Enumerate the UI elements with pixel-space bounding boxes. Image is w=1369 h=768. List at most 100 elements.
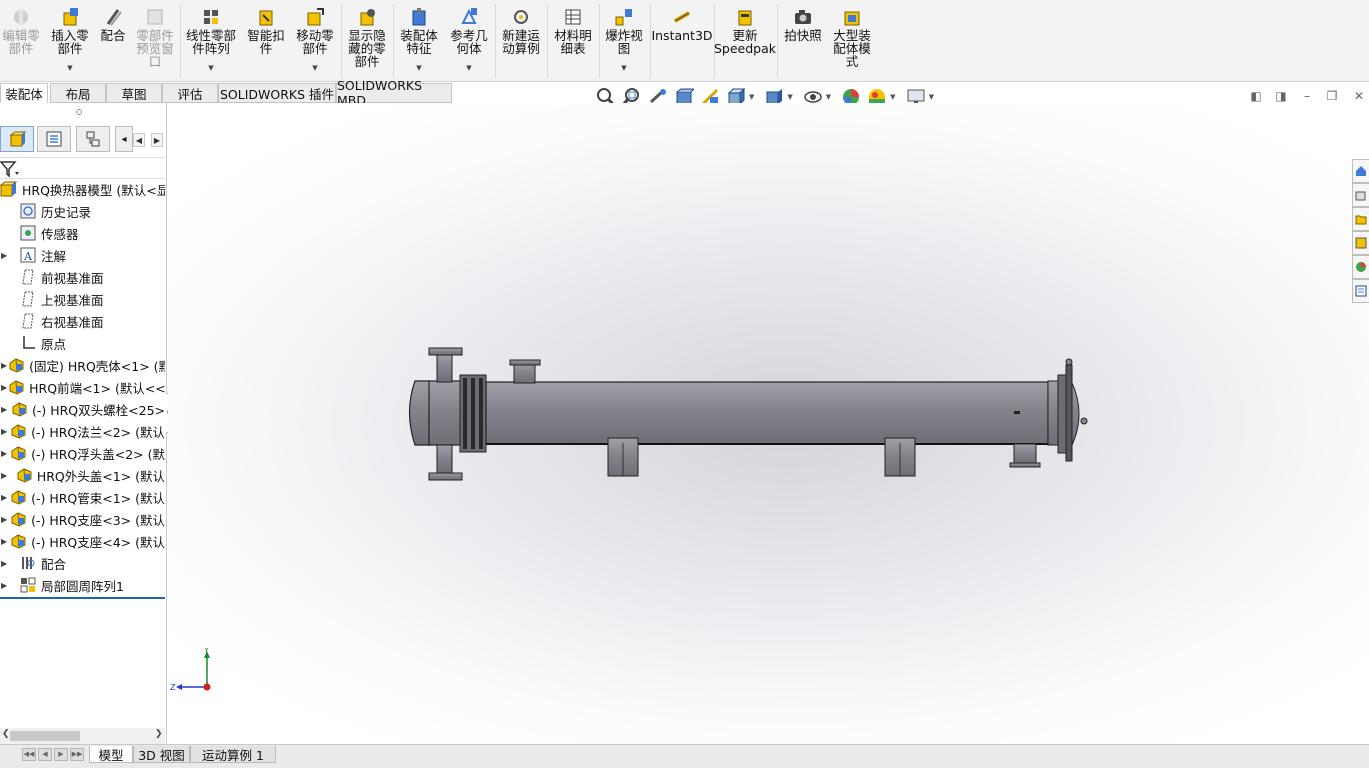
restore-icon[interactable]: ❐ bbox=[1325, 89, 1339, 103]
expand-arrow-icon[interactable]: ▶ bbox=[1, 581, 11, 590]
mate-button[interactable]: 配合 bbox=[96, 0, 130, 80]
tab-evaluate[interactable]: 评估 bbox=[162, 83, 218, 103]
tree-item[interactable]: ▶ (-) HRQ法兰<2> (默认 bbox=[0, 420, 165, 442]
tree-item[interactable]: 上视基准面 bbox=[0, 288, 165, 310]
last-tab-icon[interactable]: ▶▶ bbox=[70, 748, 84, 761]
large-assembly-mode-button[interactable]: 大型装 配体模 式 bbox=[829, 0, 875, 80]
edit-component-button[interactable]: 编辑零 部件 bbox=[0, 0, 42, 80]
chevron-down-icon[interactable]: ▼ bbox=[67, 64, 72, 72]
heat-exchanger-model[interactable] bbox=[168, 103, 1369, 744]
tile-left-icon[interactable]: ◧ bbox=[1249, 89, 1263, 103]
tab-feature-manager[interactable] bbox=[0, 126, 34, 152]
tree-item[interactable]: ▶ (-) HRQ浮头盖<2> (默 bbox=[0, 442, 165, 464]
tree-item[interactable]: 原点 bbox=[0, 332, 165, 354]
chevron-down-icon[interactable]: ▼ bbox=[466, 64, 471, 72]
chevron-left-icon[interactable]: ◀ bbox=[133, 133, 145, 147]
expand-arrow-icon[interactable]: ▶ bbox=[1, 471, 9, 480]
view-palette-icon[interactable] bbox=[1352, 231, 1369, 255]
smart-fastener-button[interactable]: 智能扣 件 bbox=[244, 0, 288, 80]
expand-arrow-icon[interactable]: ▶ bbox=[1, 493, 7, 502]
exploded-view-button[interactable]: 爆炸视 图 ▼ bbox=[601, 0, 647, 80]
chevron-right-icon[interactable]: ▶ bbox=[151, 133, 163, 147]
tab-configuration-manager[interactable] bbox=[76, 126, 110, 152]
chevron-down-icon[interactable]: ▼ bbox=[826, 93, 831, 101]
expand-arrow-icon[interactable]: ▶ bbox=[1, 515, 7, 524]
expand-arrow-icon[interactable]: ▶ bbox=[1, 251, 11, 260]
pane-grip-handle[interactable] bbox=[76, 109, 82, 115]
tab-assembly[interactable]: 装配体 bbox=[0, 83, 48, 103]
solidworks-resources-icon[interactable] bbox=[1352, 159, 1369, 183]
expand-arrow-icon[interactable]: ▶ bbox=[1, 405, 7, 414]
chevron-down-icon[interactable]: ▼ bbox=[787, 93, 792, 101]
tab-layout[interactable]: 布局 bbox=[50, 83, 106, 103]
chevron-down-icon[interactable]: ▼ bbox=[208, 64, 213, 72]
appearances-icon[interactable] bbox=[1352, 255, 1369, 279]
tree-item-label: 注解 bbox=[41, 248, 67, 264]
tree-item[interactable]: 前视基准面 bbox=[0, 266, 165, 288]
assembly-features-button[interactable]: 装配体 特征 ▼ bbox=[396, 0, 442, 80]
tree-item[interactable]: 历史记录 bbox=[0, 200, 165, 222]
tree-item[interactable]: 传感器 bbox=[0, 222, 165, 244]
tab-model[interactable]: 模型 bbox=[89, 746, 133, 763]
snapshot-button[interactable]: 拍快照 bbox=[780, 0, 826, 80]
tree-item[interactable]: ▶ HRQ前端<1> (默认<< bbox=[0, 376, 165, 398]
tree-item[interactable]: ▶ (-) HRQ双头螺栓<25> bbox=[0, 398, 165, 420]
design-library-icon[interactable] bbox=[1352, 183, 1369, 207]
prev-tab-icon[interactable]: ◀ bbox=[38, 748, 52, 761]
expand-arrow-icon[interactable]: ▶ bbox=[1, 449, 7, 458]
expand-arrow-icon[interactable]: ▶ bbox=[1, 559, 11, 568]
tree-item[interactable]: ▶ (-) HRQ支座<4> (默认 bbox=[0, 530, 165, 552]
tab-sketch[interactable]: 草图 bbox=[106, 83, 162, 103]
tree-item-label: 传感器 bbox=[41, 226, 79, 242]
file-explorer-icon[interactable] bbox=[1352, 207, 1369, 231]
component-preview-button[interactable]: 零部件 预览窗 口 bbox=[134, 0, 176, 80]
first-tab-icon[interactable]: ◀◀ bbox=[22, 748, 36, 761]
graphics-area[interactable]: Y Z bbox=[168, 103, 1369, 744]
chevron-down-icon[interactable]: ▼ bbox=[749, 93, 754, 101]
close-icon[interactable]: ✕ bbox=[1352, 89, 1366, 103]
rollback-bar[interactable] bbox=[0, 597, 165, 599]
tab-solidworks-mbd[interactable]: SOLIDWORKS MBD bbox=[336, 78, 452, 108]
chevron-down-icon[interactable]: ▼ bbox=[312, 64, 317, 72]
expand-arrow-icon[interactable]: ▶ bbox=[1, 427, 7, 436]
linear-pattern-button[interactable]: 线性零部 件阵列 ▼ bbox=[184, 0, 238, 80]
next-tab-icon[interactable]: ▶ bbox=[54, 748, 68, 761]
tree-root-assembly[interactable]: HRQ换热器模型 (默认<显示 bbox=[0, 178, 165, 200]
tree-item[interactable]: ▶ (-) HRQ支座<3> (默认 bbox=[0, 508, 165, 530]
tab-solidworks-addins[interactable]: SOLIDWORKS 插件 bbox=[218, 83, 336, 103]
chevron-down-icon[interactable]: ▼ bbox=[929, 93, 934, 101]
tab-property-manager[interactable] bbox=[37, 126, 71, 152]
instant3d-button[interactable]: Instant3D bbox=[651, 0, 713, 80]
tree-item[interactable]: ▶ A 注解 bbox=[0, 244, 165, 266]
tab-motion-study-1[interactable]: 运动算例 1 bbox=[190, 746, 276, 763]
part-icon bbox=[9, 358, 24, 373]
tile-right-icon[interactable]: ◨ bbox=[1274, 89, 1288, 103]
tab-more-icon[interactable]: ◂ bbox=[115, 126, 133, 152]
tree-item[interactable]: ▶ (-) HRQ管束<1> (默认 bbox=[0, 486, 165, 508]
chevron-down-icon[interactable]: ▼ bbox=[890, 93, 895, 101]
insert-component-button[interactable]: 插入零 部件 ▼ bbox=[48, 0, 92, 80]
filter-icon[interactable] bbox=[0, 160, 20, 178]
new-motion-study-button[interactable]: 新建运 动算例 bbox=[498, 0, 544, 80]
tree-item[interactable]: ▶ HRQ外头盖<1> (默认 bbox=[0, 464, 165, 486]
bom-button[interactable]: 材料明 细表 bbox=[550, 0, 596, 80]
tree-item[interactable]: ▶ (固定) HRQ壳体<1> (默 bbox=[0, 354, 165, 376]
scrollbar-thumb[interactable] bbox=[10, 731, 80, 741]
horizontal-scrollbar[interactable]: ❮ ❯ bbox=[0, 728, 165, 744]
tree-item[interactable]: ▶ 配合 bbox=[0, 552, 165, 574]
expand-arrow-icon[interactable]: ▶ bbox=[1, 537, 7, 546]
show-hidden-components-button[interactable]: 显示隐 藏的零 部件 bbox=[344, 0, 390, 80]
custom-properties-icon[interactable] bbox=[1352, 279, 1369, 303]
tab-3d-view[interactable]: 3D 视图 bbox=[133, 746, 190, 763]
tree-item[interactable]: 右视基准面 bbox=[0, 310, 165, 332]
chevron-down-icon[interactable]: ▼ bbox=[416, 64, 421, 72]
scroll-right-icon[interactable]: ❯ bbox=[155, 729, 163, 739]
chevron-down-icon[interactable]: ▼ bbox=[621, 64, 626, 72]
update-speedpak-button[interactable]: 更新 Speedpak bbox=[714, 0, 776, 80]
reference-geometry-button[interactable]: 参考几 何体 ▼ bbox=[446, 0, 492, 80]
minimize-icon[interactable]: – bbox=[1300, 89, 1314, 103]
tree-filter[interactable] bbox=[0, 157, 165, 179]
scroll-left-icon[interactable]: ❮ bbox=[2, 729, 10, 739]
tree-item[interactable]: ▶ 局部圆周阵列1 bbox=[0, 574, 165, 596]
move-component-button[interactable]: 移动零 部件 ▼ bbox=[292, 0, 338, 80]
